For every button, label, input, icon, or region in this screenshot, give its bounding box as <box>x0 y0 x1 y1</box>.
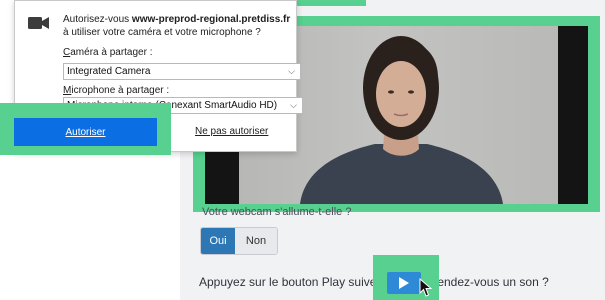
allow-button[interactable]: Autoriser <box>14 118 157 146</box>
play-instruction-right: tendez-vous un son ? <box>434 275 549 289</box>
play-button[interactable] <box>387 272 421 294</box>
camera-select-value: Integrated Camera <box>67 66 151 77</box>
permission-message: Autorisez-vous www-preprod-regional.pret… <box>63 13 291 39</box>
microphone-label: Microphone à partager : <box>63 85 170 96</box>
camera-icon <box>28 17 49 29</box>
allow-highlight: Autoriser <box>0 103 171 155</box>
camera-label: Caméra à partager : <box>63 47 153 58</box>
message-suffix: à utiliser votre caméra et votre microph… <box>63 27 261 38</box>
message-prefix: Autorisez-vous <box>63 14 132 25</box>
chevron-down-icon: ⌵ <box>290 100 297 110</box>
mouse-cursor-icon <box>419 278 433 297</box>
no-button[interactable]: Non <box>235 228 277 254</box>
webcam-question: Votre webcam s'allume-t-elle ? <box>202 206 352 218</box>
chevron-down-icon: ⌵ <box>288 66 295 76</box>
play-highlight <box>373 255 439 300</box>
deny-button[interactable]: Ne pas autoriser <box>195 126 268 137</box>
site-name: www-preprod-regional.pretdiss.fr <box>131 14 291 25</box>
play-instruction-left: Appuyez sur le bouton Play suiver <box>199 275 381 289</box>
play-icon <box>399 277 409 289</box>
yes-no-toggle: Oui Non <box>200 227 278 255</box>
camera-select[interactable]: Integrated Camera ⌵ <box>63 63 301 80</box>
yes-button[interactable]: Oui <box>201 228 235 254</box>
